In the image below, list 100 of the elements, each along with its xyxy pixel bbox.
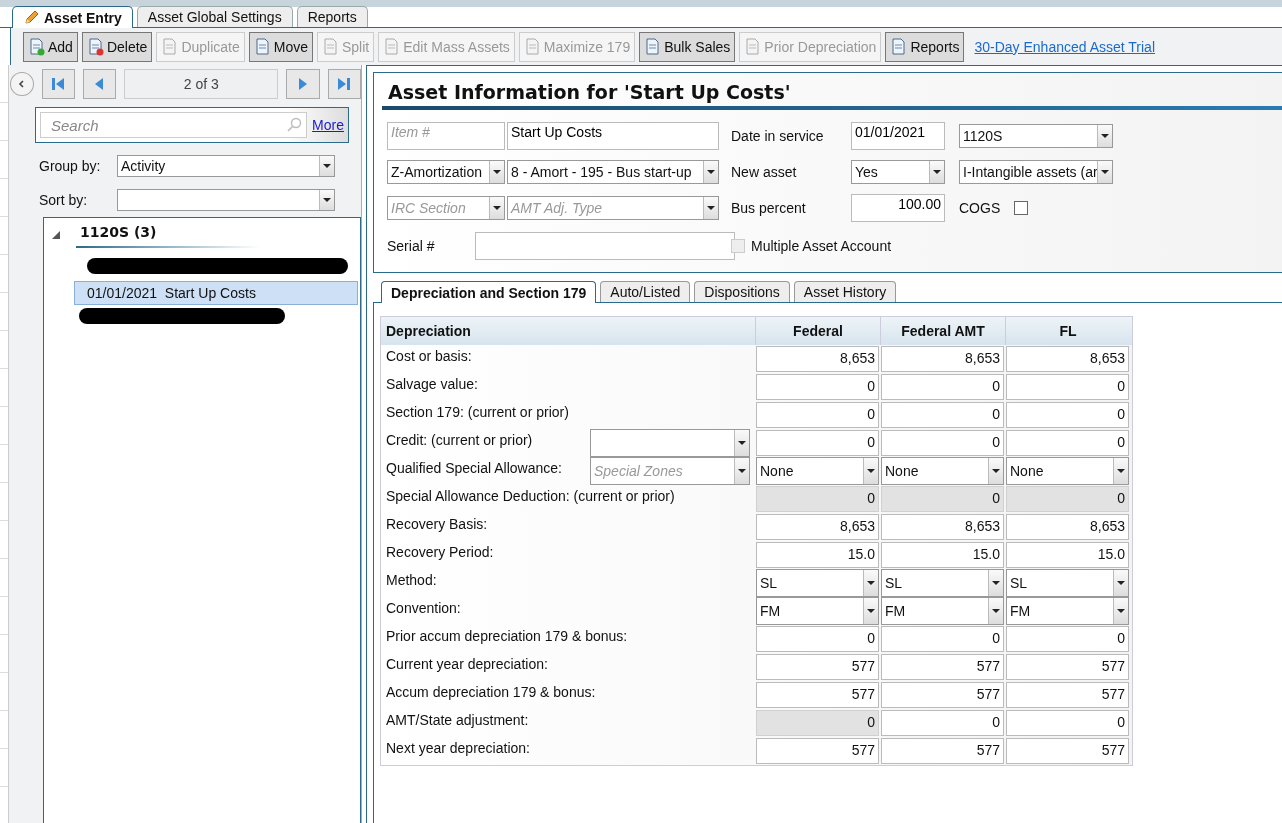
first-button[interactable]: [41, 69, 75, 99]
value-field[interactable]: 577: [1006, 654, 1129, 680]
value-field[interactable]: 577: [756, 682, 879, 708]
value-field[interactable]: 8,653: [756, 346, 879, 372]
caret-icon: [1101, 170, 1109, 174]
caret-icon: [867, 469, 875, 473]
value-field[interactable]: 0: [1006, 402, 1129, 428]
next-button[interactable]: [286, 69, 320, 99]
item-number-field[interactable]: Item #: [387, 122, 505, 150]
value-field[interactable]: 0: [756, 626, 879, 652]
search-icon: [286, 117, 303, 133]
tab[interactable]: Asset History: [793, 281, 897, 302]
serial-field[interactable]: [475, 232, 735, 260]
value-field[interactable]: 0: [756, 486, 879, 512]
last-button[interactable]: [327, 69, 361, 99]
row-label: Next year depreciation:: [386, 740, 531, 756]
row-label: Convention:: [386, 600, 462, 616]
collapse-button[interactable]: [10, 72, 34, 96]
group-by-dropdown[interactable]: Activity: [117, 155, 335, 177]
value-field[interactable]: 15.0: [1006, 542, 1129, 568]
caret-icon: [707, 170, 715, 174]
value-field[interactable]: 0: [1006, 626, 1129, 652]
value-field[interactable]: 0: [1006, 710, 1129, 736]
value-dropdown[interactable]: SL: [1006, 569, 1129, 597]
value-field[interactable]: 0: [1006, 486, 1129, 512]
previous-button[interactable]: [82, 69, 117, 99]
asset-type-dropdown[interactable]: I-Intangible assets (ar: [959, 160, 1113, 184]
value-dropdown[interactable]: SL: [881, 569, 1004, 597]
value-field[interactable]: 577: [756, 654, 879, 680]
value-field[interactable]: 8,653: [881, 346, 1004, 372]
code-dropdown[interactable]: 8 - Amort - 195 - Bus start-up: [507, 160, 719, 184]
value-field[interactable]: 8,653: [1006, 514, 1129, 540]
toolbar-button[interactable]: Reports: [885, 31, 965, 62]
value-field[interactable]: 8,653: [1006, 346, 1129, 372]
value-field[interactable]: 0: [756, 402, 879, 428]
caret-icon: [992, 581, 1000, 585]
value-field[interactable]: 577: [1006, 738, 1129, 764]
tab[interactable]: Depreciation and Section 179: [381, 281, 597, 303]
record-position: 2 of 3: [124, 69, 279, 99]
value-dropdown[interactable]: None: [756, 457, 879, 485]
expand-icon[interactable]: [52, 231, 60, 239]
toolbar-button[interactable]: Move: [248, 31, 313, 62]
toolbar-button[interactable]: Bulk Sales: [639, 31, 736, 62]
tab[interactable]: Asset Global Settings: [136, 6, 293, 27]
value-field[interactable]: 577: [1006, 682, 1129, 708]
tab[interactable]: Asset Entry: [12, 6, 133, 28]
caret-icon: [867, 581, 875, 585]
caret-icon: [1117, 469, 1125, 473]
value-field[interactable]: 577: [756, 738, 879, 764]
description-field[interactable]: Start Up Costs: [507, 122, 719, 150]
category-dropdown[interactable]: Z-Amortization: [387, 160, 505, 184]
value-field[interactable]: 0: [881, 710, 1004, 736]
value-dropdown[interactable]: FM: [1006, 597, 1129, 625]
value-field[interactable]: 8,653: [756, 514, 879, 540]
toolbar-button[interactable]: Add: [23, 31, 78, 62]
value-field[interactable]: 15.0: [881, 542, 1004, 568]
value-field[interactable]: 0: [1006, 374, 1129, 400]
trial-link[interactable]: 30-Day Enhanced Asset Trial: [974, 38, 1155, 55]
value-dropdown[interactable]: None: [1006, 457, 1129, 485]
value-field[interactable]: 0: [881, 486, 1004, 512]
search-field[interactable]: Search: [40, 112, 308, 138]
value-field[interactable]: 577: [881, 738, 1004, 764]
value-field[interactable]: 0: [881, 374, 1004, 400]
value-field[interactable]: 0: [881, 626, 1004, 652]
tab[interactable]: Auto/Listed: [600, 281, 691, 302]
value-field[interactable]: 0: [756, 710, 879, 736]
tab[interactable]: Dispositions: [694, 281, 790, 302]
value-dropdown[interactable]: FM: [756, 597, 879, 625]
tab[interactable]: Reports: [296, 6, 368, 27]
value-field[interactable]: 577: [881, 682, 1004, 708]
value-field[interactable]: 0: [756, 430, 879, 456]
cogs-checkbox[interactable]: [1014, 201, 1029, 215]
value-field[interactable]: 0: [1006, 430, 1129, 456]
date-field[interactable]: 01/01/2021: [851, 122, 945, 150]
value-field[interactable]: 577: [881, 654, 1004, 680]
cogs-label: COGS: [959, 200, 1001, 216]
caret-icon: [323, 164, 331, 168]
sort-by-dropdown[interactable]: [117, 189, 335, 211]
value-field[interactable]: 0: [881, 430, 1004, 456]
multiple-asset-label: Multiple Asset Account: [751, 238, 892, 254]
row-dropdown[interactable]: [590, 429, 750, 457]
value-field[interactable]: 8,653: [881, 514, 1004, 540]
toolbar-button[interactable]: Delete: [81, 31, 153, 62]
sort-by-label: Sort by:: [39, 192, 89, 208]
value-dropdown[interactable]: None: [881, 457, 1004, 485]
return-type-dropdown[interactable]: 1120S: [959, 124, 1113, 148]
more-link[interactable]: More: [312, 117, 344, 133]
caret-icon: [1117, 609, 1125, 613]
value-dropdown[interactable]: SL: [756, 569, 879, 597]
new-asset-dropdown[interactable]: Yes: [851, 160, 945, 184]
bus-percent-field[interactable]: 100.00: [851, 194, 945, 222]
value-dropdown[interactable]: FM: [881, 597, 1004, 625]
value-field[interactable]: 0: [756, 374, 879, 400]
tree-item[interactable]: 01/01/2021 Start Up Costs: [74, 281, 358, 305]
value-field[interactable]: 15.0: [756, 542, 879, 568]
row-label: AMT/State adjustment:: [386, 712, 530, 728]
caret-icon: [867, 609, 875, 613]
caret-icon: [992, 609, 1000, 613]
caret-icon: [738, 441, 746, 445]
value-field[interactable]: 0: [881, 402, 1004, 428]
